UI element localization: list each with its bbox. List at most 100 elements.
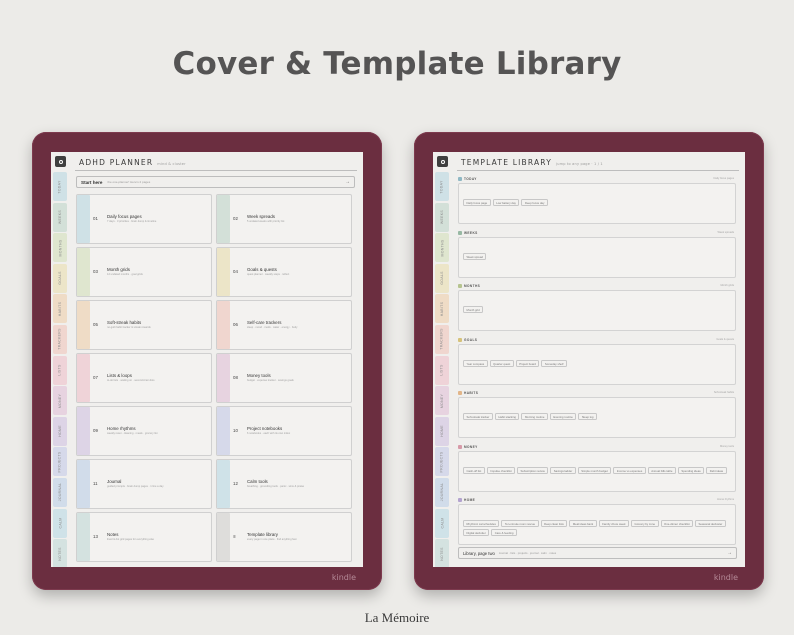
section-link[interactable]: Money tools	[720, 445, 734, 448]
sidebar-tab-notes[interactable]: NOTES	[435, 539, 449, 567]
sidebar-tab-label: GOALS	[440, 271, 444, 286]
section-link[interactable]: Soft-streak habits	[714, 391, 734, 394]
section-card[interactable]: 10 Project notebooks 6 notebooks · each wi…	[216, 406, 352, 456]
kindle-device-left: ADHD PLANNER mind & cluster TODAY WEEKS MON…	[32, 132, 382, 590]
sidebar-tab-projects[interactable]: PROJECTS	[435, 447, 449, 477]
template-chip[interactable]: Morning routine	[521, 413, 548, 420]
start-label: Start here	[81, 179, 103, 185]
template-chip[interactable]: Sleep log	[578, 413, 597, 420]
template-chip[interactable]: Annual bills table	[647, 466, 676, 474]
sidebar-tab-money[interactable]: MONEY	[435, 386, 449, 416]
template-chip[interactable]: Month grid	[463, 306, 484, 313]
menu-icon[interactable]	[55, 156, 66, 167]
template-chip[interactable]: Quarter quest	[489, 359, 514, 367]
library-next-page-button[interactable]: Library, page two Journal · lists · proj…	[458, 547, 737, 559]
card-title: Month grids	[107, 267, 130, 272]
menu-icon[interactable]	[437, 156, 448, 167]
sidebar-tab-money[interactable]: MONEY	[53, 386, 67, 416]
card-number: ≡	[233, 534, 236, 539]
template-chip[interactable]: Impulse checklist	[486, 466, 516, 474]
template-chip[interactable]: Simple month budget	[577, 466, 612, 474]
template-chip[interactable]: Grocery by zone	[631, 520, 659, 527]
template-chip[interactable]: Rhythmic cal schedules	[463, 520, 500, 527]
brand-name: La Mémoire	[364, 610, 430, 625]
section-card[interactable]: 02 Week spreads 5 undated weeks with prior…	[216, 194, 352, 244]
section-card[interactable]: 13 Notes lined & dot grid pages for everyt…	[76, 512, 212, 562]
start-here-button[interactable]: Start here the one-planner! Here's 2 pag…	[76, 176, 355, 188]
section-link[interactable]: Daily focus pages	[714, 177, 734, 180]
template-chip[interactable]: Cash-off list	[463, 466, 485, 474]
template-chip[interactable]: Project board	[515, 359, 540, 367]
sidebar-tab-goals[interactable]: GOALS	[435, 263, 449, 293]
sidebar-tab-habits[interactable]: HABITS	[435, 294, 449, 324]
card-color-swatch	[77, 513, 90, 561]
section-card[interactable]: 11 Journal guided prompts · brain dump pag…	[76, 459, 212, 509]
section-card[interactable]: 05 Soft-streak habits no-guilt habit track…	[76, 300, 212, 350]
section-card[interactable]: 12 Calm tools breathing · grounding tools …	[216, 459, 352, 509]
sidebar-tab-calm[interactable]: CALM	[53, 508, 67, 538]
template-chip[interactable]: Evening routine	[549, 413, 577, 420]
section-card[interactable]: ≡ Template library every page in one place…	[216, 512, 352, 562]
template-chip[interactable]: Week spread	[463, 252, 487, 260]
template-chip[interactable]: Year compass	[463, 359, 488, 367]
sidebar-tab-habits[interactable]: HABITS	[53, 294, 67, 324]
template-chip[interactable]: Ten-minute room rescue	[501, 520, 539, 527]
template-chip[interactable]: Habit stacking	[494, 413, 520, 420]
section-link[interactable]: Home rhythms	[717, 498, 734, 501]
sidebar-tab-today[interactable]: TODAY	[435, 172, 449, 201]
section-color-dot	[458, 498, 462, 502]
template-chip[interactable]: Daily focus page	[463, 199, 491, 206]
template-chip[interactable]: Income vs expenses	[613, 466, 646, 474]
section-name: TODAY	[464, 177, 477, 181]
sidebar-tab-lists[interactable]: LISTS	[435, 355, 449, 385]
sidebar-tab-lists[interactable]: LISTS	[53, 355, 67, 385]
section-link[interactable]: Goals & quests	[716, 338, 734, 341]
template-chip[interactable]: Deep focus day	[521, 199, 548, 206]
sidebar-tab-weeks[interactable]: WEEKS	[435, 202, 449, 232]
template-chip[interactable]: Savings ladder	[550, 466, 576, 474]
card-color-swatch	[77, 460, 90, 508]
sidebar-tab-notes[interactable]: NOTES	[53, 539, 67, 567]
sidebar-tab-home[interactable]: HOME	[53, 416, 67, 446]
section-card[interactable]: 08 Money tools budget · expense tracker · …	[216, 353, 352, 403]
sidebar-tab-journal[interactable]: JOURNAL	[53, 477, 67, 507]
card-color-swatch	[217, 407, 230, 455]
section-link[interactable]: Month grids	[720, 284, 734, 287]
sidebar-tab-months[interactable]: MONTHS	[435, 233, 449, 263]
section-card[interactable]: 06 Self-care trackers sleep · mood · meds …	[216, 300, 352, 350]
sidebar-tab-today[interactable]: TODAY	[53, 172, 67, 201]
card-description: quest planner · weekly steps · reflect	[247, 273, 290, 276]
sidebar-tab-journal[interactable]: JOURNAL	[435, 477, 449, 507]
sidebar-tab-trackers[interactable]: TRACKERS	[53, 324, 67, 354]
sidebar-tab-calm[interactable]: CALM	[435, 508, 449, 538]
template-chip[interactable]: Meal ideas bank	[569, 520, 597, 527]
template-chip[interactable]: Debt ideas	[706, 466, 727, 474]
section-card[interactable]: 07 Lists & loops to-do lists · waiting on …	[76, 353, 212, 403]
section-card[interactable]: 01 Daily focus pages 7 days · 3 priorities…	[76, 194, 212, 244]
section-color-dot	[458, 337, 462, 342]
library-section-header: HOME Home rhythms	[458, 497, 736, 503]
section-card[interactable]: 04 Goals & quests quest planner · weekly s…	[216, 247, 352, 297]
sidebar-tab-goals[interactable]: GOALS	[53, 263, 67, 293]
sidebar-tab-home[interactable]: HOME	[435, 416, 449, 446]
template-chip[interactable]: Care & feeding	[491, 529, 517, 536]
template-chip[interactable]: One-dinner checklist	[660, 520, 694, 527]
template-chip[interactable]: Digital declutter	[463, 529, 490, 536]
template-chip[interactable]: Seasonal decluster	[695, 520, 726, 527]
template-chip[interactable]: Someday shelf	[541, 359, 567, 367]
sidebar-tab-months[interactable]: MONTHS	[53, 233, 67, 263]
sidebar-tab-projects[interactable]: PROJECTS	[53, 447, 67, 477]
template-chip[interactable]: Subscription review	[517, 466, 549, 474]
library-section-months: MONTHS Month grids Month grid	[458, 283, 736, 333]
card-number: 02	[233, 216, 238, 221]
template-chip[interactable]: Low battery day	[492, 199, 520, 206]
template-chip[interactable]: Deep clean lists	[540, 520, 568, 527]
section-card[interactable]: 09 Home rhythms weekly reset · cleaning · …	[76, 406, 212, 456]
sidebar-tab-weeks[interactable]: WEEKS	[53, 202, 67, 232]
template-chip[interactable]: Spending ideas	[677, 466, 705, 474]
template-chip[interactable]: Soft-streak tracker	[463, 413, 493, 420]
section-link[interactable]: Week spreads	[717, 231, 734, 234]
template-chip[interactable]: Family chore week	[598, 520, 630, 527]
section-card[interactable]: 03 Month grids 12 undated months · goal gr…	[76, 247, 212, 297]
sidebar-tab-trackers[interactable]: TRACKERS	[435, 324, 449, 354]
